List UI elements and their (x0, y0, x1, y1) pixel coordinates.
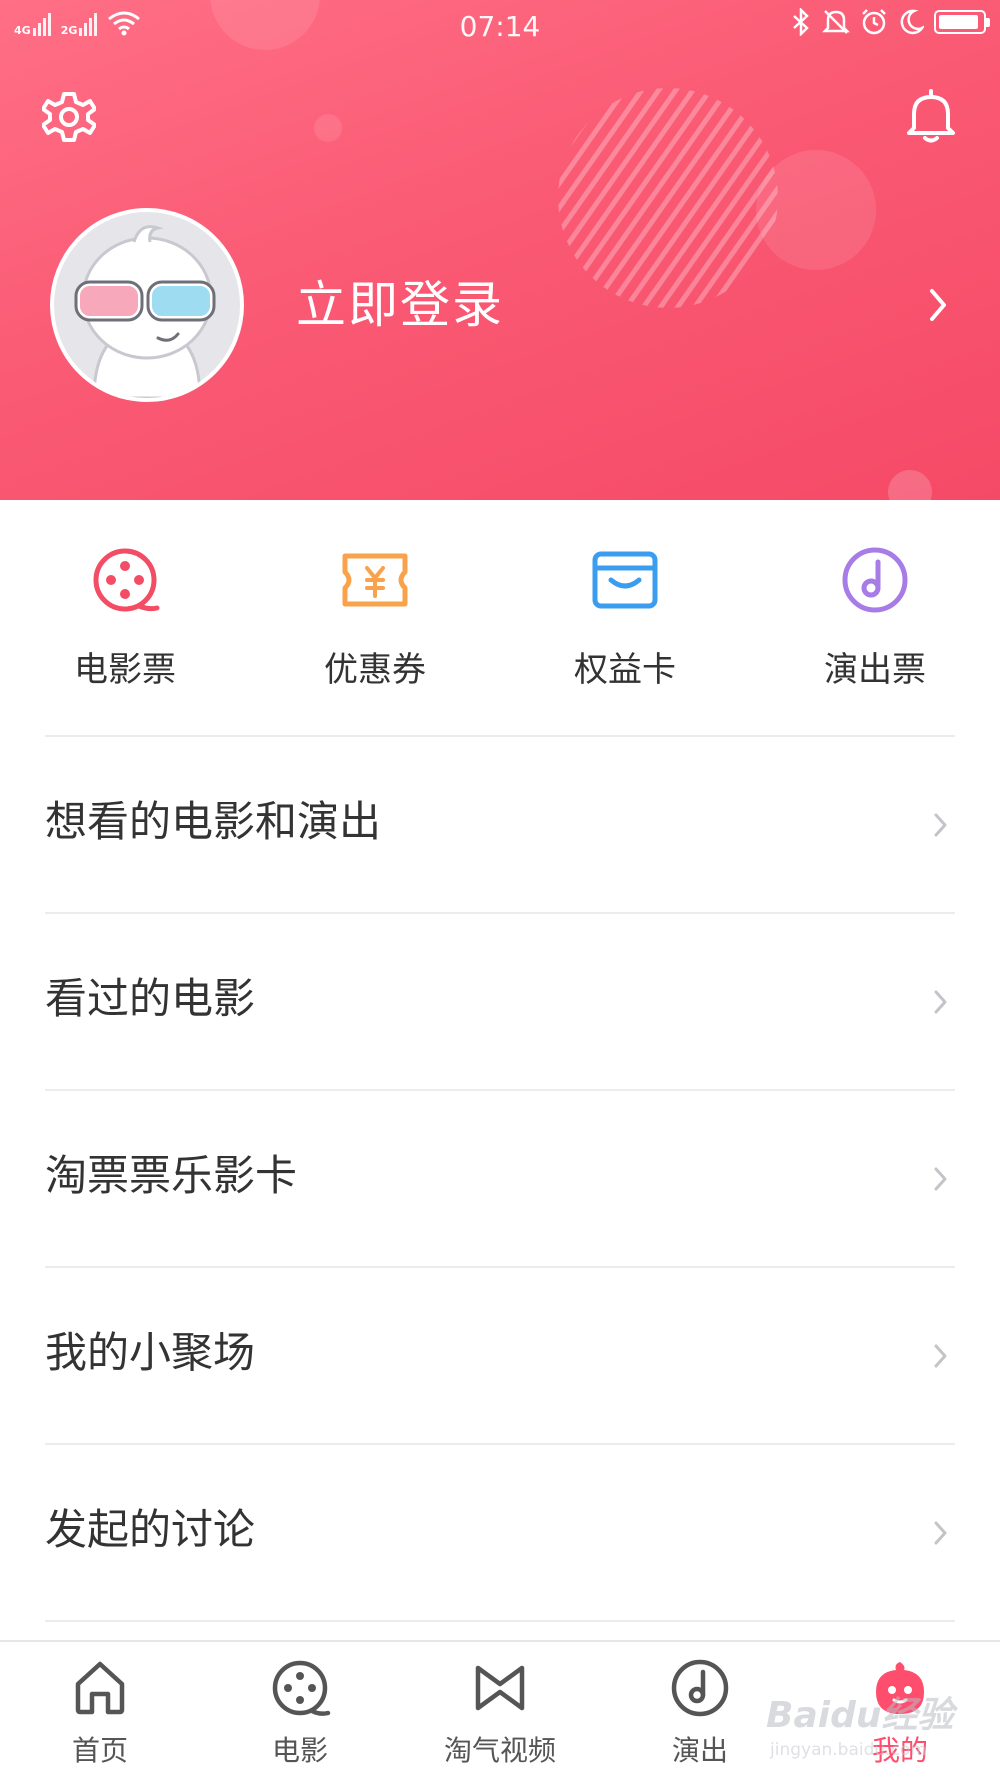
tab-home[interactable]: 首页 (0, 1656, 200, 1768)
video-icon (475, 1665, 525, 1711)
card-wallet-icon (592, 551, 658, 609)
moon-icon (900, 9, 924, 35)
quick-item-benefit-card[interactable]: 权益卡 (500, 544, 750, 690)
menu-item-label: 淘票票乐影卡 (45, 1151, 298, 1200)
decor-dot (888, 470, 932, 500)
tab-video[interactable]: 淘气视频 (400, 1656, 600, 1768)
quick-item-coupons[interactable]: 优惠券 (250, 544, 500, 690)
menu-item-wishlist[interactable]: 想看的电影和演出 (45, 737, 955, 912)
chevron-right-icon (934, 1344, 947, 1368)
menu-item-my-gathering[interactable]: 我的小聚场 (45, 1268, 955, 1443)
profile-header: 4G 2G 07:14 立即登录 (0, 0, 1000, 500)
menu-item-label: 看过的电影 (45, 974, 256, 1023)
baidu-watermark: Baidu经验 jingyan.baidu.com (766, 1686, 966, 1770)
chevron-right-icon (934, 813, 947, 837)
bluetooth-icon (793, 8, 809, 36)
watermark-url: jingyan.baidu.com (770, 1740, 927, 1760)
menu-item-movie-card[interactable]: 淘票票乐影卡 (45, 1091, 955, 1266)
tab-label: 首页 (71, 1734, 128, 1767)
alarm-icon (862, 9, 886, 35)
gear-icon[interactable] (42, 90, 96, 144)
watermark-text: Baidu经验 (766, 1695, 954, 1736)
music-note-icon (842, 547, 908, 613)
status-bar: 4G 2G 07:14 (0, 0, 1000, 52)
tab-label: 电影 (271, 1734, 328, 1767)
tab-movies[interactable]: 电影 (200, 1656, 400, 1768)
home-icon (75, 1661, 125, 1715)
quick-actions: 电影票 优惠券 权益卡 演出票 (0, 500, 1000, 736)
quick-item-label: 演出票 (824, 650, 926, 690)
battery-icon (934, 10, 990, 34)
chevron-right-icon (934, 990, 947, 1014)
menu-item-label: 我的小聚场 (45, 1328, 256, 1377)
quick-item-show-tickets[interactable]: 演出票 (750, 544, 1000, 690)
status-right (790, 8, 990, 36)
quick-item-label: 优惠券 (324, 650, 426, 690)
bell-icon[interactable] (904, 88, 958, 144)
quick-item-label: 权益卡 (574, 650, 676, 690)
tab-label: 淘气视频 (443, 1734, 556, 1767)
film-reel-icon (272, 1660, 331, 1716)
chevron-right-icon (934, 1521, 947, 1545)
menu-list: 想看的电影和演出 看过的电影 淘票票乐影卡 我的小聚场 发起的讨论 (45, 735, 955, 1622)
menu-item-label: 发起的讨论 (45, 1505, 256, 1554)
chevron-right-icon (934, 1167, 947, 1191)
menu-item-label: 想看的电影和演出 (45, 797, 382, 846)
menu-item-watched[interactable]: 看过的电影 (45, 914, 955, 1089)
menu-item-discussions[interactable]: 发起的讨论 (45, 1445, 955, 1620)
login-row[interactable]: 立即登录 (0, 205, 1000, 405)
coupon-icon (342, 553, 408, 607)
quick-item-label: 电影票 (74, 650, 176, 690)
film-reel-icon (93, 548, 160, 612)
quick-item-movie-tickets[interactable]: 电影票 (0, 544, 250, 690)
login-label[interactable]: 立即登录 (296, 275, 504, 335)
chevron-right-icon[interactable] (928, 285, 950, 325)
music-disc-icon (671, 1659, 729, 1717)
mute-icon (822, 10, 850, 34)
divider (45, 1620, 955, 1622)
decor-dot (314, 114, 342, 142)
avatar[interactable] (50, 208, 244, 402)
mascot-avatar-icon (74, 225, 216, 398)
